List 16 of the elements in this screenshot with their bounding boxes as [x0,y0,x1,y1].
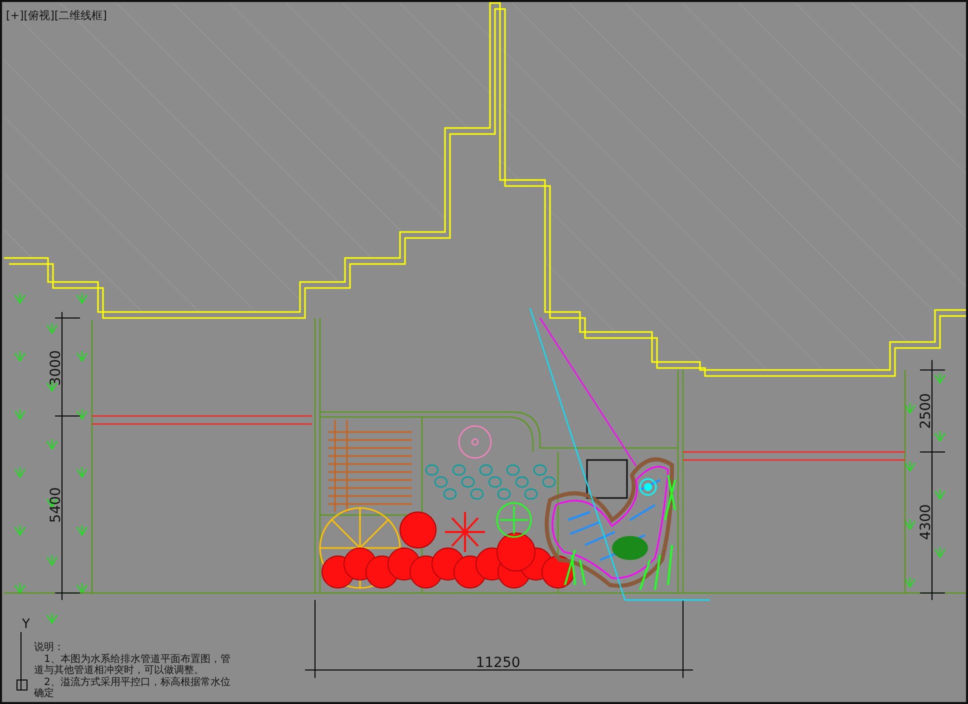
note-line: 道与其他管道相冲突时，可以做调整。 [34,665,205,676]
dimension-label: 2500 [918,393,934,429]
dimension-label: 11250 [476,655,520,671]
square-outline [586,459,628,499]
plant-drawing [444,511,486,553]
note-line: 2、溢流方式采用平控口，标高根据常水位 [43,676,230,688]
viewport-label: [+][俯视][二维线框] [6,8,107,23]
note-line: 确定 [34,688,55,700]
dimension-label: 4300 [918,504,934,540]
axis-label: Y [22,617,30,632]
flower-drawing [458,425,492,459]
notes-title: 说明： [34,642,65,654]
dimension-label: 5400 [48,487,64,523]
note-line: 1、本图为水系给排水管道平面布置图，管 [43,654,230,664]
dimension-label: 3000 [48,350,64,386]
ucs-icon [16,632,28,690]
